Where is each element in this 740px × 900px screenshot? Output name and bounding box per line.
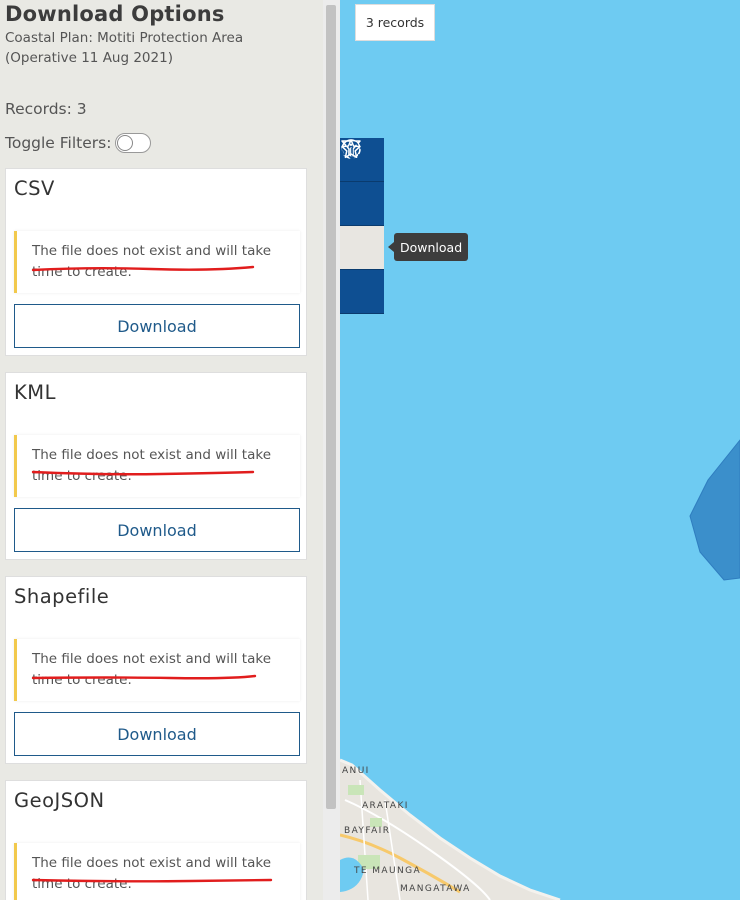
download-card-shapefile: Shapefile The file does not exist and wi… xyxy=(5,576,307,764)
map-canvas xyxy=(340,439,740,900)
map-toolbar xyxy=(340,138,384,314)
download-tooltip: Download xyxy=(387,233,469,261)
map-view[interactable]: ANUI ARATAKI BAYFAIR TE MAUNGA MANGATAWA… xyxy=(340,0,740,900)
place-label: TE MAUNGA xyxy=(354,866,422,876)
download-options-panel: Download Options Coastal Plan: Motiti Pr… xyxy=(0,0,340,900)
protection-area-polygon xyxy=(689,439,740,581)
format-title: GeoJSON xyxy=(14,789,105,812)
download-card-geojson: GeoJSON The file does not exist and will… xyxy=(5,780,307,900)
notice-text: The file does not exist and will take ti… xyxy=(32,243,272,280)
star-icon xyxy=(341,139,361,159)
favorite-button[interactable] xyxy=(340,139,384,314)
download-button-csv[interactable]: Download xyxy=(14,304,300,348)
toggle-knob xyxy=(117,135,134,151)
scrollbar-thumb[interactable] xyxy=(326,5,336,809)
download-tool-button[interactable] xyxy=(340,141,384,270)
place-label: ARATAKI xyxy=(362,801,409,811)
download-card-csv: CSV The file does not exist and will tak… xyxy=(5,168,307,356)
place-label: ANUI xyxy=(342,766,370,776)
download-button-kml[interactable]: Download xyxy=(14,508,300,552)
format-title: KML xyxy=(14,381,56,404)
place-label: BAYFAIR xyxy=(344,826,391,836)
file-notice: The file does not exist and will take ti… xyxy=(14,639,300,701)
notice-text: The file does not exist and will take ti… xyxy=(32,855,272,892)
toggle-filters-switch[interactable] xyxy=(115,133,152,153)
place-label: MANGATAWA xyxy=(400,884,471,894)
download-card-kml: KML The file does not exist and will tak… xyxy=(5,372,307,560)
toggle-filters-label: Toggle Filters: xyxy=(5,134,112,152)
records-badge: 3 records xyxy=(355,4,435,41)
format-title: CSV xyxy=(14,177,55,200)
records-count: Records: 3 xyxy=(5,100,87,118)
file-notice: The file does not exist and will take ti… xyxy=(14,231,300,293)
file-notice: The file does not exist and will take ti… xyxy=(14,435,300,497)
filter-button[interactable] xyxy=(340,140,384,226)
toggle-filters-row: Toggle Filters: xyxy=(5,133,152,153)
notice-text: The file does not exist and will take ti… xyxy=(32,651,272,688)
dataset-subtitle: Coastal Plan: Motiti Protection Area (Op… xyxy=(5,30,244,66)
file-notice: The file does not exist and will take ti… xyxy=(14,843,300,900)
format-title: Shapefile xyxy=(14,585,110,608)
notice-text: The file does not exist and will take ti… xyxy=(32,447,272,484)
panel-title: Download Options xyxy=(5,2,225,26)
download-button-shapefile[interactable]: Download xyxy=(14,712,300,756)
